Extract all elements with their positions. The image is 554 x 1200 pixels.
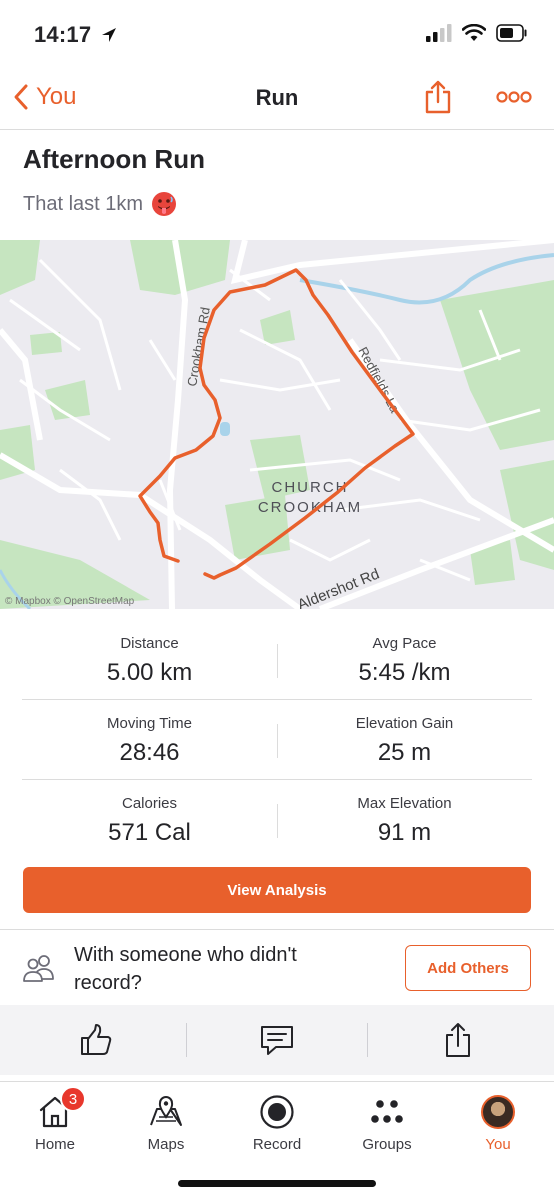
stats-row: Calories 571 Cal Max Elevation 91 m bbox=[22, 780, 532, 860]
share-icon bbox=[446, 1023, 470, 1057]
divider bbox=[0, 929, 554, 930]
stat-value: 25 m bbox=[377, 739, 432, 766]
stat-label: Max Elevation bbox=[357, 795, 452, 812]
signal-icon bbox=[426, 24, 452, 42]
map-attribution: © Mapbox © OpenStreetMap bbox=[5, 596, 135, 607]
location-arrow-icon bbox=[101, 28, 116, 42]
tab-label: Record bbox=[252, 1136, 302, 1153]
tab-record-icon-wrap bbox=[259, 1090, 295, 1134]
record-icon bbox=[260, 1095, 294, 1129]
tab-record[interactable]: Record bbox=[222, 1082, 332, 1162]
stat-value: 571 Cal bbox=[108, 819, 191, 846]
stat-calories: Calories 571 Cal bbox=[22, 780, 277, 847]
tab-you[interactable]: You bbox=[443, 1082, 553, 1162]
route-map[interactable]: Crookham Rd CHURCH CROOKHAM Redfields La… bbox=[0, 240, 554, 609]
stat-distance: Distance 5.00 km bbox=[22, 620, 277, 687]
stat-max-elevation: Max Elevation 91 m bbox=[277, 780, 532, 847]
stat-moving-time: Moving Time 28:46 bbox=[22, 700, 277, 767]
map-canvas: Crookham Rd CHURCH CROOKHAM Redfields La… bbox=[0, 240, 554, 609]
view-analysis-button[interactable]: View Analysis bbox=[23, 867, 531, 913]
activity-title: Afternoon Run bbox=[23, 144, 205, 174]
add-others-button[interactable]: Add Others bbox=[405, 945, 531, 991]
hot-face-emoji-icon bbox=[152, 192, 177, 216]
share-button[interactable] bbox=[424, 80, 452, 119]
social-action-bar bbox=[0, 1005, 554, 1075]
comment-button[interactable] bbox=[185, 1005, 369, 1075]
tab-label: Maps bbox=[147, 1136, 185, 1153]
tab-groups[interactable]: Groups bbox=[332, 1082, 442, 1162]
activity-description: That last 1km bbox=[23, 191, 177, 217]
avatar bbox=[481, 1095, 515, 1129]
share-icon bbox=[425, 80, 451, 114]
notification-badge: 3 bbox=[60, 1086, 86, 1112]
maps-icon bbox=[150, 1096, 182, 1126]
tab-maps-icon-wrap bbox=[148, 1090, 184, 1134]
stat-label: Calories bbox=[121, 795, 178, 812]
more-icon bbox=[496, 91, 532, 103]
home-indicator bbox=[178, 1180, 376, 1187]
stat-label: Elevation Gain bbox=[355, 715, 454, 732]
status-icons bbox=[426, 24, 528, 42]
tab-label: Groups bbox=[362, 1136, 412, 1153]
tab-maps[interactable]: Maps bbox=[111, 1082, 221, 1162]
more-options-button[interactable] bbox=[496, 90, 532, 109]
stat-avg-pace: Avg Pace 5:45 /km bbox=[277, 620, 532, 687]
stat-label: Distance bbox=[120, 635, 179, 652]
wifi-icon bbox=[462, 24, 486, 41]
tab-groups-icon-wrap bbox=[370, 1090, 404, 1134]
stats-grid: Distance 5.00 km Avg Pace 5:45 /km Movin… bbox=[22, 620, 532, 860]
stat-label: Avg Pace bbox=[372, 635, 437, 652]
stat-label: Moving Time bbox=[106, 715, 193, 732]
tab-home-icon-wrap: 3 bbox=[38, 1086, 86, 1134]
tab-label: You bbox=[485, 1136, 511, 1153]
stat-value: 5.00 km bbox=[106, 659, 193, 686]
comment-icon bbox=[261, 1026, 293, 1055]
stat-value: 91 m bbox=[377, 819, 432, 846]
share-activity-button[interactable] bbox=[366, 1005, 550, 1075]
page-title: Run bbox=[255, 85, 299, 110]
tab-label: Home bbox=[34, 1136, 75, 1153]
people-icon bbox=[22, 953, 56, 988]
others-prompt: With someone who didn't record? bbox=[74, 944, 297, 994]
stat-elevation-gain: Elevation Gain 25 m bbox=[277, 700, 532, 767]
stats-row: Distance 5.00 km Avg Pace 5:45 /km bbox=[22, 620, 532, 700]
battery-icon bbox=[496, 24, 527, 42]
kudos-button[interactable] bbox=[4, 1005, 188, 1075]
stat-value: 5:45 /km bbox=[358, 659, 451, 686]
thumbs-up-icon bbox=[81, 1024, 112, 1055]
stats-row: Moving Time 28:46 Elevation Gain 25 m bbox=[22, 700, 532, 780]
stat-value: 28:46 bbox=[119, 739, 180, 766]
groups-icon bbox=[371, 1100, 403, 1123]
tab-you-icon-wrap bbox=[481, 1090, 515, 1134]
description-text: That last 1km bbox=[23, 192, 144, 215]
nav-bar: You Run bbox=[0, 66, 554, 130]
tab-home[interactable]: 3 Home bbox=[0, 1082, 110, 1162]
status-time: 14:17 bbox=[34, 22, 118, 48]
